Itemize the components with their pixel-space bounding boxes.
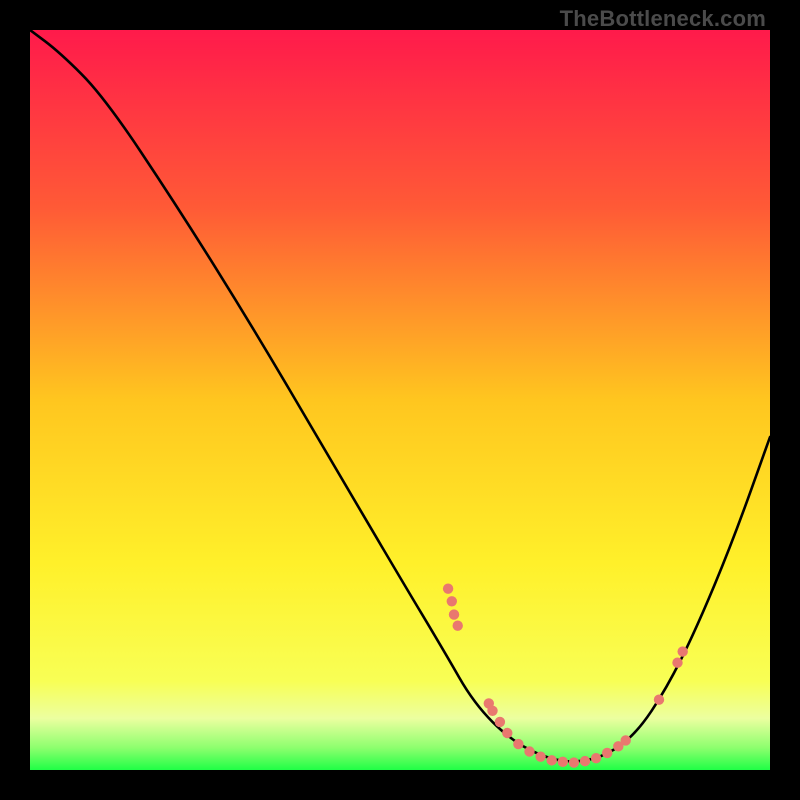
data-point bbox=[453, 621, 463, 631]
data-point bbox=[654, 695, 664, 705]
data-point bbox=[449, 609, 459, 619]
data-point bbox=[672, 658, 682, 668]
bottleneck-curve-chart bbox=[30, 30, 770, 770]
data-point bbox=[513, 739, 523, 749]
gradient-background bbox=[30, 30, 770, 770]
data-point bbox=[502, 728, 512, 738]
chart-frame bbox=[30, 30, 770, 770]
data-point bbox=[447, 596, 457, 606]
data-point bbox=[443, 584, 453, 594]
data-point bbox=[495, 717, 505, 727]
data-point bbox=[591, 753, 601, 763]
data-point bbox=[524, 746, 534, 756]
data-point bbox=[569, 757, 579, 767]
watermark-text: TheBottleneck.com bbox=[560, 6, 766, 32]
data-point bbox=[677, 646, 687, 656]
data-point bbox=[547, 755, 557, 765]
data-point bbox=[621, 735, 631, 745]
data-point bbox=[535, 751, 545, 761]
data-point bbox=[487, 706, 497, 716]
data-point bbox=[558, 757, 568, 767]
data-point bbox=[580, 756, 590, 766]
data-point bbox=[602, 748, 612, 758]
